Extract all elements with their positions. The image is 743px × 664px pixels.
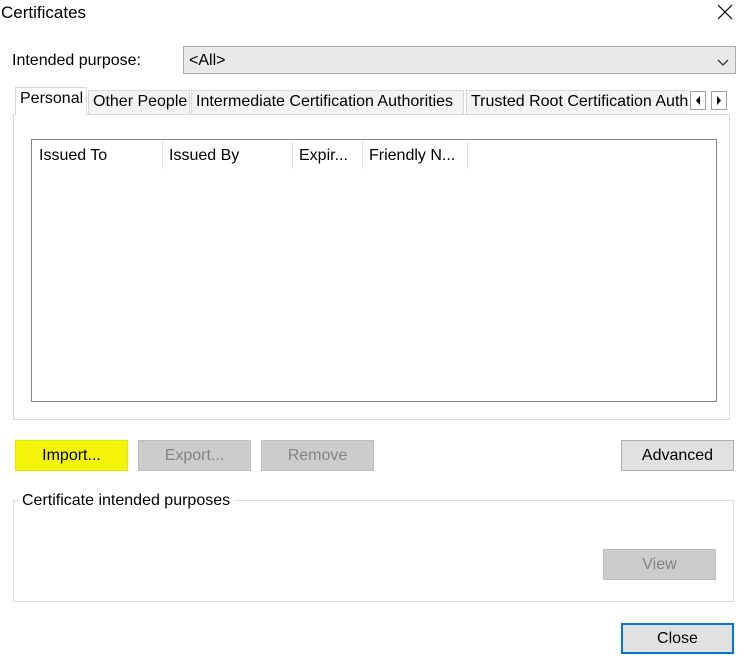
tab-other-people[interactable]: Other People: [88, 90, 190, 114]
tab-scroll-right-button[interactable]: [711, 91, 727, 110]
tab-trusted-root-ca[interactable]: Trusted Root Certification Auth: [466, 90, 688, 114]
column-expiration[interactable]: Expir...: [293, 141, 363, 169]
certificate-list[interactable]: Issued To Issued By Expir... Friendly N.…: [31, 139, 717, 402]
tab-scroll-left-button[interactable]: [690, 91, 706, 110]
chevron-down-icon: [717, 55, 729, 66]
intended-purpose-value: <All>: [189, 52, 226, 69]
tab-personal[interactable]: Personal: [15, 87, 87, 115]
export-button[interactable]: Export...: [138, 440, 251, 471]
tab-trusted-root-clip: Trusted Root Certification Auth: [466, 90, 688, 114]
close-button[interactable]: Close: [621, 623, 734, 654]
chevron-right-icon: [717, 96, 721, 105]
window-title: Certificates: [1, 3, 87, 22]
advanced-button[interactable]: Advanced: [621, 440, 734, 471]
intended-purpose-label: Intended purpose:: [12, 52, 141, 69]
import-button[interactable]: Import...: [15, 440, 128, 471]
column-friendly-name[interactable]: Friendly N...: [363, 141, 468, 169]
column-issued-by[interactable]: Issued By: [163, 141, 293, 169]
remove-button[interactable]: Remove: [261, 440, 374, 471]
close-icon[interactable]: [715, 2, 735, 22]
intended-purposes-label: Certificate intended purposes: [19, 492, 234, 510]
intended-purpose-select[interactable]: <All>: [183, 46, 736, 74]
tab-intermediate-ca[interactable]: Intermediate Certification Authorities: [191, 90, 464, 114]
view-button[interactable]: View: [603, 549, 716, 580]
column-issued-to[interactable]: Issued To: [33, 141, 163, 169]
chevron-left-icon: [696, 96, 700, 105]
